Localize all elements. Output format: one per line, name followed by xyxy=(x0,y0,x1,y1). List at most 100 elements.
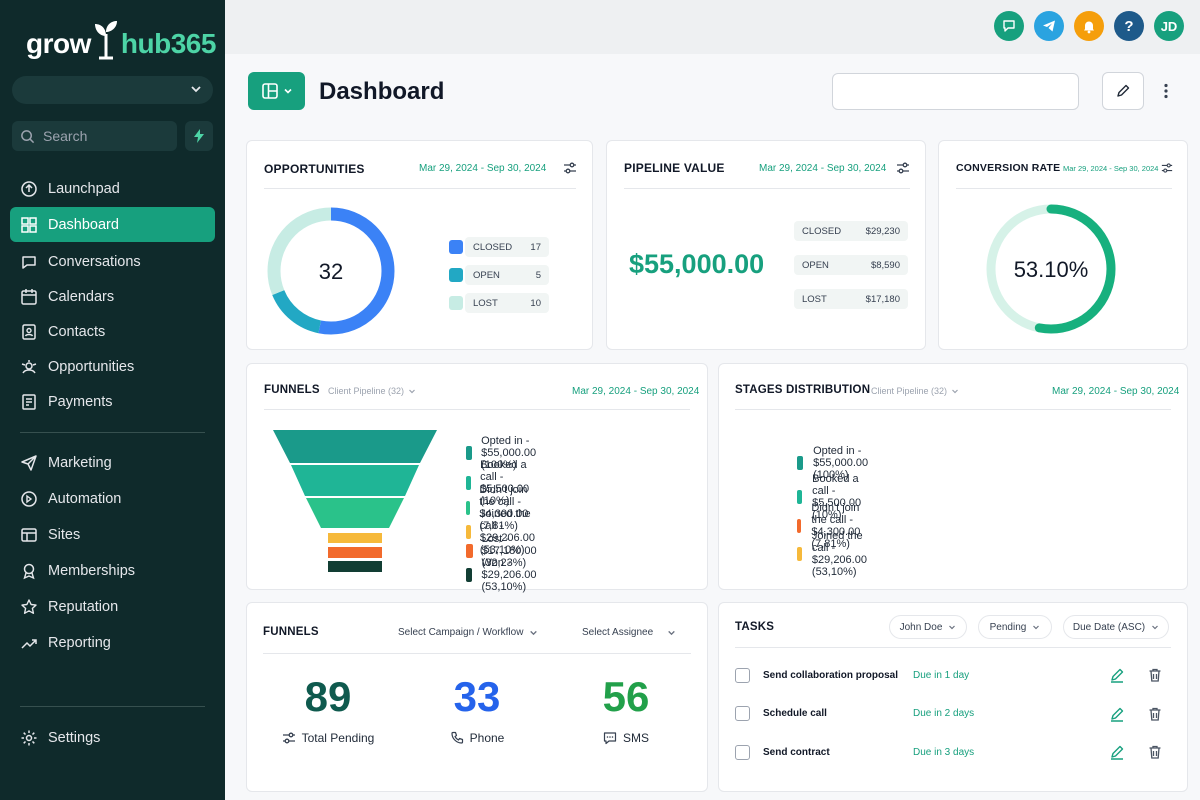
trash-icon[interactable] xyxy=(1147,744,1163,760)
legend-label: LOST xyxy=(473,297,498,309)
brand-logo[interactable]: grow hub365 xyxy=(26,18,216,60)
sidebar-item-memberships[interactable]: Memberships xyxy=(10,553,215,588)
date-range[interactable]: Mar 29, 2024 - Sep 30, 2024 xyxy=(572,386,699,397)
pencil-icon[interactable] xyxy=(1109,744,1125,760)
funnel-stage-6[interactable] xyxy=(328,561,382,572)
stat-label-total-pending: Total Pending xyxy=(258,731,398,745)
funnel-stage-3[interactable] xyxy=(306,498,404,528)
date-range[interactable]: Mar 29, 2024 - Sep 30, 2024 xyxy=(1063,164,1158,173)
pipeline-select-label: Client Pipeline (32) xyxy=(328,386,405,396)
telegram-button[interactable] xyxy=(1034,11,1064,41)
status-filter[interactable]: Pending xyxy=(978,615,1052,639)
sidebar-item-launchpad[interactable]: Launchpad xyxy=(10,171,215,206)
sidebar-item-label: Contacts xyxy=(48,323,106,340)
stage-legend-item: Joined the call - $29,206.00 (53,10%) xyxy=(797,530,876,578)
task-name: Send collaboration proposal xyxy=(763,669,899,681)
pipeline-total: $55,000.00 xyxy=(629,249,765,279)
edit-dashboard-button[interactable] xyxy=(1102,72,1144,110)
legend-value: 10 xyxy=(530,297,541,309)
sidebar-item-dashboard[interactable]: Dashboard xyxy=(10,207,215,242)
pipeline-select[interactable]: Client Pipeline (32) xyxy=(328,386,416,396)
filter-icon[interactable] xyxy=(1161,162,1173,174)
sidebar-item-contacts[interactable]: Contacts xyxy=(10,314,215,349)
nav-settings: Settings xyxy=(10,720,215,755)
sidebar-item-label: Payments xyxy=(48,393,113,410)
sidebar-item-automation[interactable]: Automation xyxy=(10,481,215,516)
account-select[interactable] xyxy=(12,76,213,104)
task-checkbox[interactable] xyxy=(735,744,750,760)
filter-label: Due Date (ASC) xyxy=(1072,621,1146,633)
funnels-stats-card: FUNNELS Select Campaign / Workflow Selec… xyxy=(246,602,708,792)
sidebar-item-label: Reporting xyxy=(48,634,111,651)
legend-label: Joined the call - $29,206.00 (53,10%) xyxy=(811,529,867,578)
opportunities-card: OPPORTUNITIES Mar 29, 2024 - Sep 30, 202… xyxy=(246,140,593,350)
date-range[interactable]: Mar 29, 2024 - Sep 30, 2024 xyxy=(1052,386,1179,397)
pencil-icon[interactable] xyxy=(1109,667,1125,683)
task-checkbox[interactable] xyxy=(735,706,750,721)
funnel-stage-4[interactable] xyxy=(328,533,382,543)
campaign-select[interactable]: Select Campaign / Workflow xyxy=(398,627,538,638)
task-checkbox[interactable] xyxy=(735,667,750,683)
assignee-filter[interactable]: John Doe xyxy=(889,615,967,639)
more-options-button[interactable] xyxy=(1158,80,1174,102)
avatar[interactable]: JD xyxy=(1154,11,1184,41)
sidebar-item-payments[interactable]: Payments xyxy=(10,384,215,419)
trend-icon xyxy=(21,638,37,649)
sidebar-item-calendars[interactable]: Calendars xyxy=(10,279,215,314)
sidebar-item-label: Conversations xyxy=(48,253,141,270)
search-input[interactable]: Search xyxy=(12,121,177,151)
pipeline-select[interactable]: Client Pipeline (32) xyxy=(871,386,959,396)
bolt-icon xyxy=(194,129,204,143)
sidebar-item-marketing[interactable]: Marketing xyxy=(10,445,215,480)
funnel-stage-2[interactable] xyxy=(291,465,419,496)
card-divider xyxy=(624,188,910,189)
sidebar-item-reporting[interactable]: Reporting xyxy=(10,625,215,660)
filter-icon[interactable] xyxy=(896,161,910,175)
funnel-stage-5[interactable] xyxy=(328,547,382,558)
brand-name-left: grow xyxy=(26,28,91,59)
sidebar-item-opportunities[interactable]: Opportunities xyxy=(10,349,215,384)
nav-secondary: Marketing Automation Sites Memberships R… xyxy=(10,445,215,660)
sidebar-item-conversations[interactable]: Conversations xyxy=(10,244,215,279)
row-label: LOST xyxy=(802,293,827,305)
legend-value: 5 xyxy=(535,269,541,281)
funnels-card: FUNNELS Client Pipeline (32) Mar 29, 202… xyxy=(246,363,708,593)
sidebar-item-sites[interactable]: Sites xyxy=(10,517,215,552)
automation-icon xyxy=(21,490,37,507)
chat-button[interactable] xyxy=(994,11,1024,41)
sidebar-item-settings[interactable]: Settings xyxy=(10,720,215,755)
legend-label: OPEN xyxy=(473,269,500,281)
legend-pill: OPEN 5 xyxy=(465,265,549,285)
sidebar-item-reputation[interactable]: Reputation xyxy=(10,589,215,624)
trash-icon[interactable] xyxy=(1147,667,1163,683)
assignee-select[interactable]: Select Assignee xyxy=(582,627,676,638)
notifications-button[interactable] xyxy=(1074,11,1104,41)
legend-label: Won - $29,206.00 (53,10%) xyxy=(481,557,537,593)
filter-icon[interactable] xyxy=(563,161,577,175)
card-title: OPPORTUNITIES xyxy=(264,162,365,176)
chevron-down-icon xyxy=(668,630,675,636)
task-row: Send collaboration proposal Due in 1 day xyxy=(735,665,1169,685)
date-range[interactable]: Mar 29, 2024 - Sep 30, 2024 xyxy=(759,163,886,174)
help-icon: ? xyxy=(1124,17,1134,35)
legend-swatch xyxy=(797,546,802,561)
pencil-icon[interactable] xyxy=(1109,706,1125,722)
award-icon xyxy=(23,563,35,579)
trash-icon[interactable] xyxy=(1147,706,1163,722)
help-button[interactable]: ? xyxy=(1114,11,1144,41)
task-due: Due in 2 days xyxy=(913,708,975,719)
funnel-stage-1[interactable] xyxy=(273,430,437,463)
chevron-down-icon xyxy=(1033,625,1040,630)
sidebar-item-label: Sites xyxy=(48,526,81,543)
date-range[interactable]: Mar 29, 2024 - Sep 30, 2024 xyxy=(419,163,546,174)
filter-label: Pending xyxy=(989,621,1027,633)
layout-switcher-button[interactable] xyxy=(248,72,305,110)
sort-filter[interactable]: Due Date (ASC) xyxy=(1063,615,1169,639)
card-divider xyxy=(956,188,1172,189)
conversion-value: 53.10% xyxy=(1014,257,1089,282)
chat-icon xyxy=(1003,20,1015,32)
quick-action-button[interactable] xyxy=(185,121,213,151)
launchpad-icon xyxy=(21,180,37,197)
dashboard-name-input[interactable] xyxy=(832,73,1079,110)
telegram-icon xyxy=(1043,20,1055,32)
